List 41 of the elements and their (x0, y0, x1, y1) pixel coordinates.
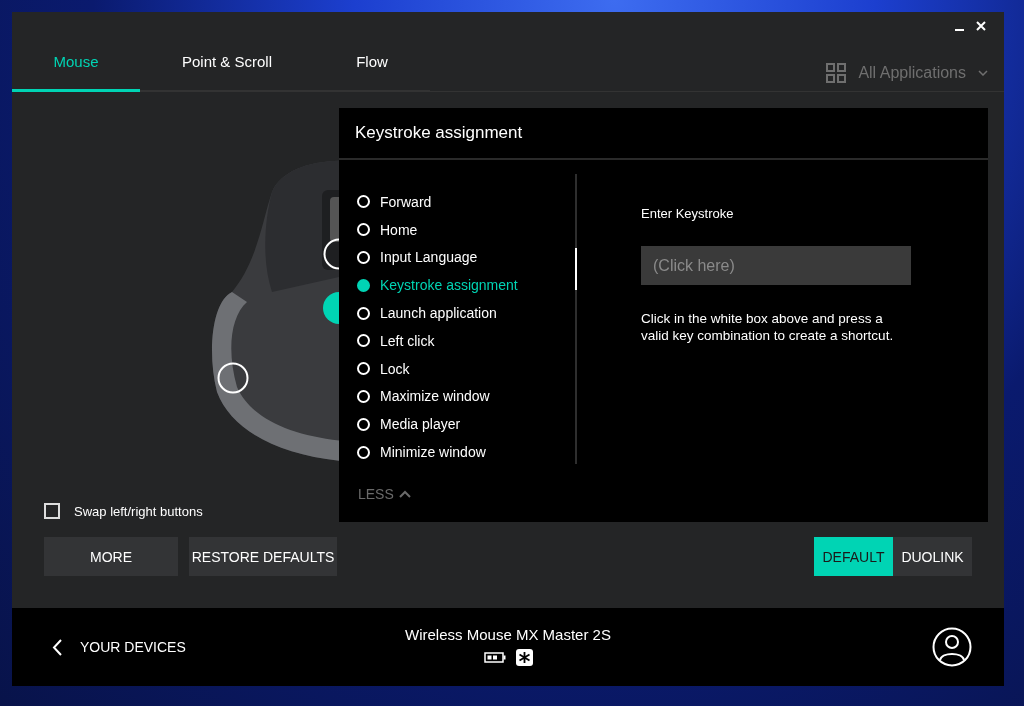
tab[interactable]: Point & Scroll (140, 40, 314, 92)
battery-icon (483, 652, 506, 663)
checkbox[interactable] (44, 503, 60, 519)
close-icon[interactable] (976, 21, 986, 31)
action-button[interactable]: MORE (44, 537, 178, 576)
field-label: Enter Keystroke (641, 206, 735, 221)
option-label[interactable]: Keystroke assignment (380, 277, 518, 294)
scrollbar-thumb[interactable] (575, 248, 577, 290)
mode-button[interactable]: DEFAULT (814, 537, 893, 576)
receiver-icon (515, 649, 533, 666)
tab[interactable]: Flow (314, 40, 430, 92)
option-label[interactable]: Home (380, 221, 418, 238)
option-label[interactable]: Maximize window (380, 388, 490, 405)
account-button[interactable] (932, 627, 972, 667)
option-label[interactable]: Lock (380, 360, 410, 377)
option-label[interactable]: Launch application (380, 305, 497, 322)
option-label[interactable]: Left click (380, 332, 435, 349)
option-label[interactable]: Media player (380, 416, 461, 433)
panel-title: Keystroke assignment (355, 123, 523, 143)
grid-icon (826, 62, 847, 83)
device-name: Wireless Mouse MX Master 2S (405, 626, 611, 643)
hotspot-marker[interactable] (323, 292, 339, 324)
checkbox-label[interactable]: Swap left/right buttons (74, 503, 203, 519)
hotspot-marker[interactable] (323, 238, 339, 270)
user-icon (932, 627, 972, 667)
option-label[interactable]: Minimize window (380, 444, 486, 461)
option-label[interactable]: Forward (380, 193, 432, 210)
keystroke-field[interactable]: (Click here) (641, 246, 911, 285)
hotspot-marker[interactable] (217, 362, 249, 394)
mode-button[interactable]: DUOLINK (893, 537, 972, 576)
chevron-down-icon (978, 69, 988, 76)
minimize-icon[interactable] (955, 28, 964, 32)
radio-button[interactable] (357, 278, 370, 292)
option-label[interactable]: Input Language (380, 249, 478, 266)
back-link[interactable]: YOUR DEVICES (52, 638, 186, 656)
caret-icon (398, 490, 411, 498)
tab[interactable]: Mouse (12, 40, 140, 92)
less-button[interactable]: LESS (358, 486, 411, 502)
help-text: Click in the white box above and press a valid key combination to create a shortcut. (641, 310, 895, 344)
action-button[interactable]: RESTORE DEFAULTS (189, 537, 337, 576)
chevron-left-icon (52, 638, 62, 656)
